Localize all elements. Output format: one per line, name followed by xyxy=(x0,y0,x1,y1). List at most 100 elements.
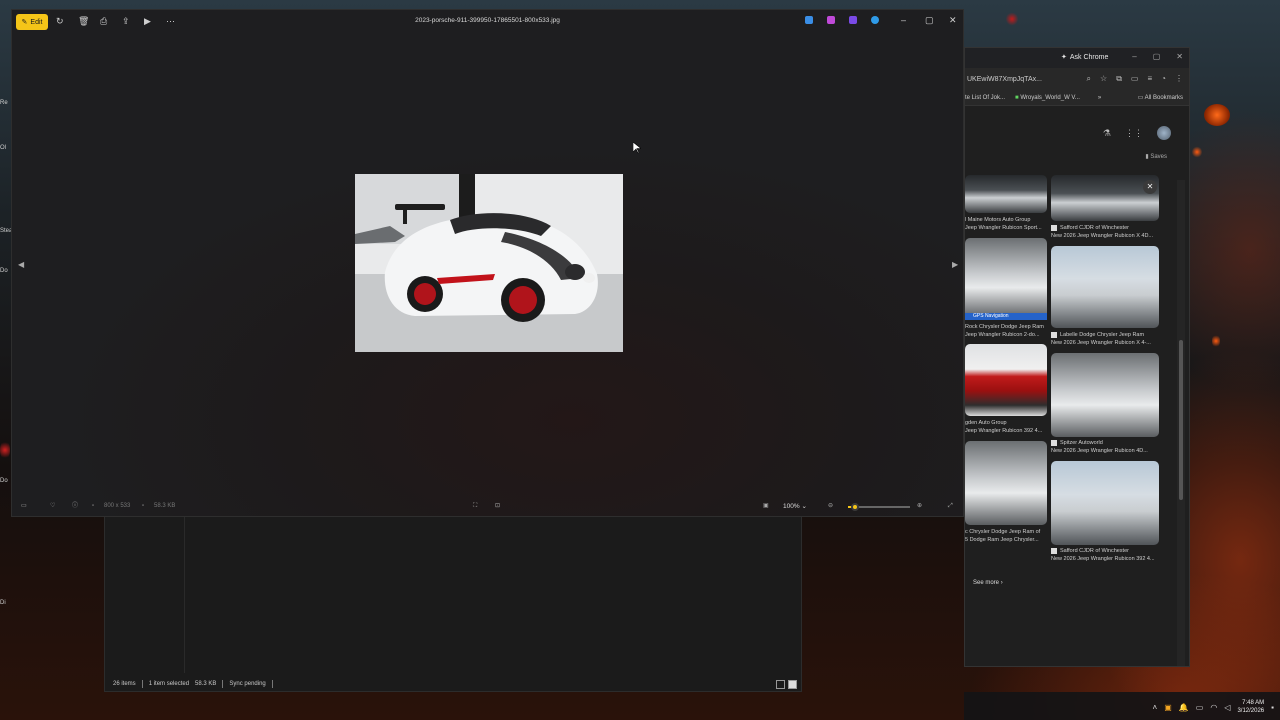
result-caption[interactable]: Labelle Dodge Chrysler Jeep Ram New 2026… xyxy=(1051,331,1171,347)
address-text[interactable]: UKEwiW87XmpJqTAx... xyxy=(967,76,1042,83)
minimize-icon[interactable]: – xyxy=(901,15,906,25)
fullscreen-icon[interactable]: ⤢ xyxy=(948,501,953,511)
tiles-view-icon[interactable] xyxy=(788,680,797,689)
photos-toolbar: ✎ Edit ↻ 🗑 ⎙ ⇪ ▶ ⋯ 2023-porsche-911-3999… xyxy=(12,10,963,32)
result-image[interactable] xyxy=(1051,175,1159,221)
system-tray: ˄ ▣ 🔔 ▭ ◠ ◁ 7:48 AM 3/12/2026 ▪ xyxy=(1153,699,1274,715)
battery-icon[interactable]: ▭ xyxy=(1196,703,1204,712)
select-region-icon[interactable]: ⛶ xyxy=(473,501,477,511)
result-source: Labelle Dodge Chrysler Jeep Ram xyxy=(1060,332,1145,338)
bookmarks-overflow-icon[interactable]: » xyxy=(1098,95,1101,101)
zoom-in-icon[interactable]: ⊕ xyxy=(917,501,922,511)
maximize-icon[interactable]: ▢ xyxy=(1153,52,1161,61)
result-caption[interactable]: Safford CJDR of Winchester New 2026 Jeep… xyxy=(1051,547,1171,563)
desktop-icon[interactable]: Re xyxy=(0,100,8,106)
zoom-level-value: 100% xyxy=(783,503,800,510)
desktop-icon[interactable]: Do xyxy=(0,478,8,484)
result-image[interactable] xyxy=(1051,461,1159,545)
bookmark-item[interactable]: ■ Wroyals_World_W V... xyxy=(1015,95,1080,101)
result-caption[interactable]: Rock Chrysler Dodge Jeep Ram Jeep Wrangl… xyxy=(965,323,1049,339)
address-bar[interactable]: UKEwiW87XmpJqTAx... ⌕ ☆ ⧉ ▭ ≡ ◔ ⋮ xyxy=(965,68,1189,90)
result-image[interactable] xyxy=(965,441,1047,525)
status-separator xyxy=(222,680,224,688)
result-image[interactable] xyxy=(965,238,1047,318)
wifi-icon[interactable]: ◠ xyxy=(1210,703,1217,712)
fit-to-window-icon[interactable]: ▣ xyxy=(763,501,769,511)
image-file-size: 58.3 KB xyxy=(154,503,176,509)
close-icon[interactable]: ✕ xyxy=(949,15,957,26)
desktop-icon[interactable]: Di xyxy=(0,600,6,606)
result-image[interactable] xyxy=(1051,246,1159,328)
all-bookmarks[interactable]: ▭ All Bookmarks xyxy=(1138,94,1183,101)
bookmarks-bar: te List Of Jok... ■ Wroyals_World_W V...… xyxy=(965,90,1189,106)
result-title: New 2026 Jeep Wrangler Rubicon X 4D... xyxy=(1051,233,1154,239)
result-caption[interactable]: c Chrysler Dodge Jeep Ram of 5 Dodge Ram… xyxy=(965,528,1049,544)
tray-app-icon[interactable]: ▣ xyxy=(1164,703,1172,712)
labs-flask-icon[interactable]: ⚗ xyxy=(1103,128,1111,139)
result-caption[interactable]: l Maine Motors Auto Group Jeep Wrangler … xyxy=(965,216,1049,232)
notification-bell-icon[interactable]: 🔔 xyxy=(1179,703,1189,712)
favorite-heart-icon[interactable]: ♡ xyxy=(50,501,55,511)
visual-search-icon[interactable]: ⊡ xyxy=(495,501,500,511)
previous-image-arrow-icon[interactable]: ◀ xyxy=(18,260,24,269)
info-icon[interactable]: ⓘ xyxy=(72,501,78,511)
photos-viewer-window: ✎ Edit ↻ 🗑 ⎙ ⇪ ▶ ⋯ 2023-porsche-911-3999… xyxy=(11,9,964,517)
result-title: 5 Dodge Ram Jeep Chrysler... xyxy=(965,537,1039,543)
porsche-photo-graphic xyxy=(355,174,623,352)
tab-search-icon[interactable]: ≡ xyxy=(1147,74,1152,84)
zoom-out-icon[interactable]: ⊖ xyxy=(828,501,833,511)
desktop-icon[interactable]: Ol xyxy=(0,145,6,151)
result-caption[interactable]: Spitzer Autoworld New 2026 Jeep Wrangler… xyxy=(1051,439,1171,455)
maximize-icon[interactable]: ▢ xyxy=(925,15,934,26)
clock[interactable]: 7:48 AM 3/12/2026 xyxy=(1237,699,1264,715)
chrome-titlebar: ✦ Ask Chrome – ▢ ✕ xyxy=(965,48,1189,68)
apps-grid-icon[interactable]: ⋮⋮ xyxy=(1125,128,1143,139)
result-source: Safford CJDR of Winchester xyxy=(1060,225,1129,231)
zoom-slider-knob[interactable] xyxy=(851,503,860,511)
scrollbar-thumb[interactable] xyxy=(1179,340,1183,500)
clipchamp-icon[interactable] xyxy=(827,16,835,24)
zoom-slider[interactable] xyxy=(848,503,910,511)
favicon-icon xyxy=(1051,440,1057,446)
onedrive-icon[interactable] xyxy=(871,16,879,24)
result-caption[interactable]: gden Auto Group Jeep Wrangler Rubicon 39… xyxy=(965,419,1049,435)
see-more-link[interactable]: See more › xyxy=(973,580,1003,586)
extensions-icon[interactable]: ⧉ xyxy=(1116,74,1122,84)
result-image[interactable] xyxy=(965,344,1047,416)
sparkle-icon: ✦ xyxy=(1061,54,1067,61)
sync-status: Sync pending xyxy=(229,681,266,687)
explorer-navigation-pane[interactable] xyxy=(105,513,185,673)
show-hidden-icons-icon[interactable]: ˄ xyxy=(1153,703,1158,712)
clock-date: 3/12/2026 xyxy=(1237,708,1265,714)
profile-icon[interactable]: ◔ xyxy=(1161,74,1166,84)
saves-link[interactable]: ▮ Saves xyxy=(1145,153,1167,160)
zoom-search-icon[interactable]: ⌕ xyxy=(1087,74,1091,84)
designer-icon[interactable] xyxy=(849,16,857,24)
menu-dots-icon[interactable]: ⋮ xyxy=(1175,74,1183,84)
close-icon[interactable]: ✕ xyxy=(1176,52,1183,61)
bookmark-favicon-icon: ■ xyxy=(1015,94,1019,101)
close-preview-icon[interactable]: ✕ xyxy=(1143,180,1157,194)
result-image[interactable] xyxy=(965,175,1047,213)
screen-share-icon[interactable]: ▭ xyxy=(1131,74,1139,84)
next-image-arrow-icon[interactable]: ▶ xyxy=(952,260,958,269)
notification-center-icon[interactable]: ▪ xyxy=(1271,703,1274,712)
account-avatar[interactable] xyxy=(1157,126,1171,140)
bookmark-item[interactable]: te List Of Jok... xyxy=(965,95,1005,101)
image-creator-icon[interactable] xyxy=(805,16,813,24)
zoom-level-dropdown[interactable]: 100% ⌄ xyxy=(783,502,807,510)
filmstrip-icon[interactable]: ▭ xyxy=(21,501,27,511)
ember-glow xyxy=(1192,146,1202,158)
result-image[interactable] xyxy=(1051,353,1159,437)
favicon-icon xyxy=(1051,548,1057,554)
minimize-icon[interactable]: – xyxy=(1132,52,1136,61)
bookmark-star-icon[interactable]: ☆ xyxy=(1100,74,1107,84)
desktop-icon[interactable]: Do xyxy=(0,268,8,274)
details-view-icon[interactable] xyxy=(776,680,785,689)
clock-time: 7:48 AM xyxy=(1242,700,1265,706)
chrome-scrollbar[interactable] xyxy=(1177,180,1185,666)
result-caption[interactable]: Safford CJDR of Winchester New 2026 Jeep… xyxy=(1051,224,1171,240)
ask-chrome-button[interactable]: ✦ Ask Chrome xyxy=(1061,53,1108,62)
volume-icon[interactable]: ◁ xyxy=(1224,703,1230,712)
chrome-browser-window: ✦ Ask Chrome – ▢ ✕ UKEwiW87XmpJqTAx... ⌕… xyxy=(964,47,1190,667)
